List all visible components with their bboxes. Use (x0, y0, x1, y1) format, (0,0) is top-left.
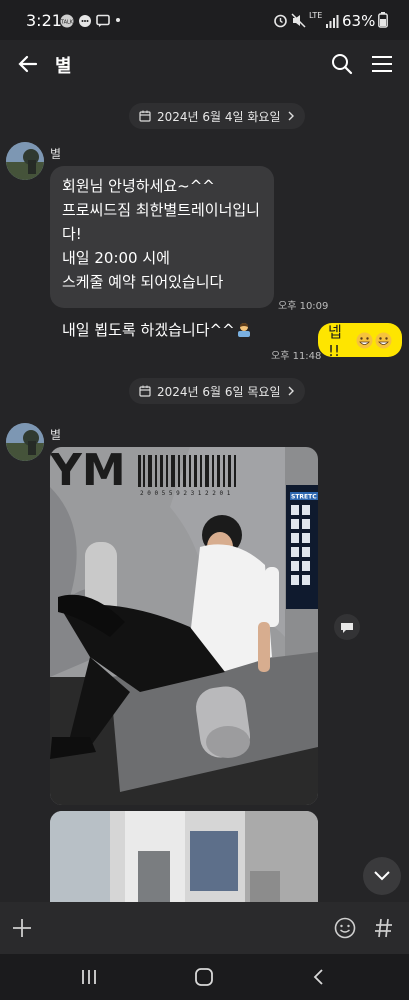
message-bubble-outgoing[interactable]: 넵 !! 😄😄 (318, 322, 402, 360)
grinning-emoji-icon (356, 332, 392, 349)
status-bar: 3:21 TALK LTE 63% (0, 0, 409, 40)
avatar[interactable] (6, 423, 44, 461)
sender-name: 별 (50, 428, 62, 442)
chevron-right-icon (288, 111, 294, 121)
more-notifications-dot (116, 18, 120, 22)
search-icon[interactable] (330, 52, 354, 80)
hashtag-icon[interactable] (374, 917, 394, 943)
poster-title: STRETC (291, 494, 317, 501)
arrow-left-icon[interactable] (16, 52, 40, 80)
chevron-right-icon (288, 386, 294, 396)
message-bubble[interactable]: 회원님 안녕하세요~^^ 프로씨드짐 최한별트레이너입니다! 내일 20:00 … (50, 166, 274, 339)
calendar-icon (139, 110, 151, 122)
chat-bubble-icon (78, 13, 92, 29)
chat-photo[interactable] (50, 811, 318, 902)
plus-icon[interactable] (12, 918, 32, 942)
share-comment-icon[interactable] (334, 614, 360, 644)
date-label: 2024년 6월 4일 화요일 (157, 109, 281, 124)
network-label: LTE (309, 11, 323, 20)
home-icon[interactable] (194, 967, 214, 991)
date-divider[interactable]: 2024년 6월 4일 화요일 (129, 103, 305, 129)
date-label: 2024년 6월 6일 목요일 (157, 384, 281, 399)
svg-text:YM: YM (50, 447, 126, 496)
chat-header: 별 (0, 40, 409, 90)
message-input-bar[interactable] (0, 902, 409, 954)
svg-text:TALK: TALK (60, 20, 74, 26)
talk-notification-icon: TALK (60, 13, 74, 29)
message-text: 넵 !! (328, 322, 342, 360)
signal-icon (325, 13, 339, 29)
recent-apps-icon[interactable] (80, 969, 98, 989)
date-divider[interactable]: 2024년 6월 6일 목요일 (129, 378, 305, 404)
back-icon[interactable] (312, 968, 324, 990)
calendar-icon (139, 385, 151, 397)
avatar[interactable] (6, 142, 44, 180)
message-icon (96, 13, 110, 29)
sender-name: 별 (50, 147, 62, 161)
message-time: 오후 10:09 (278, 301, 329, 312)
chevron-down-icon (374, 871, 390, 881)
gym-sign-number: 2 0 0 5 5 9 2 3 1 2 2 0 1 (140, 490, 231, 497)
mute-icon (291, 13, 306, 29)
message-text: 회원님 안녕하세요~^^ 프로씨드짐 최한별트레이너입니다! 내일 20:00 … (62, 177, 260, 339)
chat-photo[interactable]: YM 2 0 0 5 5 9 2 3 1 2 2 0 1 STRETC (50, 447, 318, 805)
message-time: 오후 11:48 (271, 351, 322, 362)
alarm-icon (273, 13, 288, 29)
status-time: 3:21 (26, 11, 62, 30)
emoji-icon[interactable] (334, 917, 356, 943)
chat-title: 별 (55, 56, 72, 77)
battery-percent: 63% (342, 12, 376, 30)
person-emoji-icon (236, 321, 252, 345)
battery-icon (378, 12, 388, 28)
scroll-down-button[interactable] (363, 857, 401, 895)
system-navigation-bar (0, 954, 409, 1000)
hamburger-menu-icon[interactable] (370, 52, 394, 80)
